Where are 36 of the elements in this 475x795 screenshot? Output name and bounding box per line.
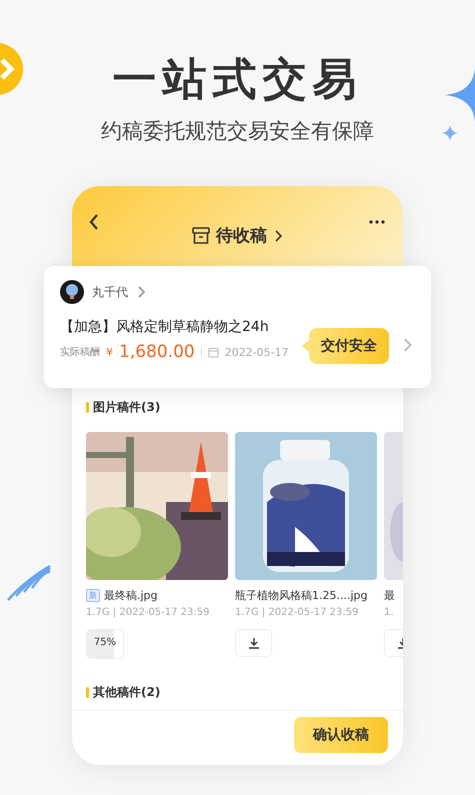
- fee-label: 实际稿酬: [60, 346, 100, 359]
- file-name: 最: [384, 588, 395, 603]
- download-icon: [248, 637, 260, 649]
- chevron-icon: [136, 286, 146, 298]
- order-card[interactable]: 丸千代 【加急】风格定制草稿静物之24h 实际稿酬 ¥ 1,680.00 2022-05-17 交付安全: [44, 266, 431, 388]
- more-icon[interactable]: [369, 220, 385, 224]
- back-icon[interactable]: [89, 214, 99, 230]
- currency-sign: ¥: [106, 346, 113, 358]
- file-meta: 1.7G | 2022-05-17 23:59: [235, 606, 360, 620]
- calendar-icon: [208, 346, 219, 358]
- progress-reading: 75%: [92, 637, 118, 648]
- author-name: 丸千代: [92, 284, 128, 300]
- file-name: 瓶子植物风格稿1.25....jpg: [235, 588, 368, 603]
- file-meta: 1.7G | 2022-05-17 23:59: [86, 606, 210, 620]
- sparkle-icon: [442, 125, 458, 141]
- play-icon: [0, 40, 26, 98]
- order-date: 2022-05-17: [224, 346, 289, 358]
- screen-title[interactable]: 待收稿: [216, 224, 267, 248]
- safety-badge: 交付安全: [309, 328, 389, 364]
- subheadline: 约稿委托规范交易安全有保障: [101, 118, 374, 145]
- badge-pointer-icon: [302, 340, 309, 352]
- file-meta: 1.: [384, 606, 395, 620]
- section-title: 其他稿件(2): [93, 684, 160, 700]
- order-title: 【加急】风格定制草稿静物之24h: [60, 318, 270, 336]
- section-title: 图片稿件(3): [93, 398, 160, 416]
- new-tag: 新: [86, 589, 100, 602]
- avatar: [60, 280, 84, 304]
- download-button[interactable]: [235, 629, 272, 657]
- confirm-button[interactable]: 确认收稿: [294, 717, 388, 753]
- file-name: 最终稿.jpg: [104, 588, 158, 603]
- chevron-icon: [273, 230, 283, 242]
- box-icon: [192, 227, 210, 245]
- chevron-icon: [401, 338, 413, 352]
- headline: 一站式交易: [112, 53, 362, 107]
- sparkle-icon: [445, 68, 475, 122]
- fee-amount: 1,680.00: [119, 342, 195, 362]
